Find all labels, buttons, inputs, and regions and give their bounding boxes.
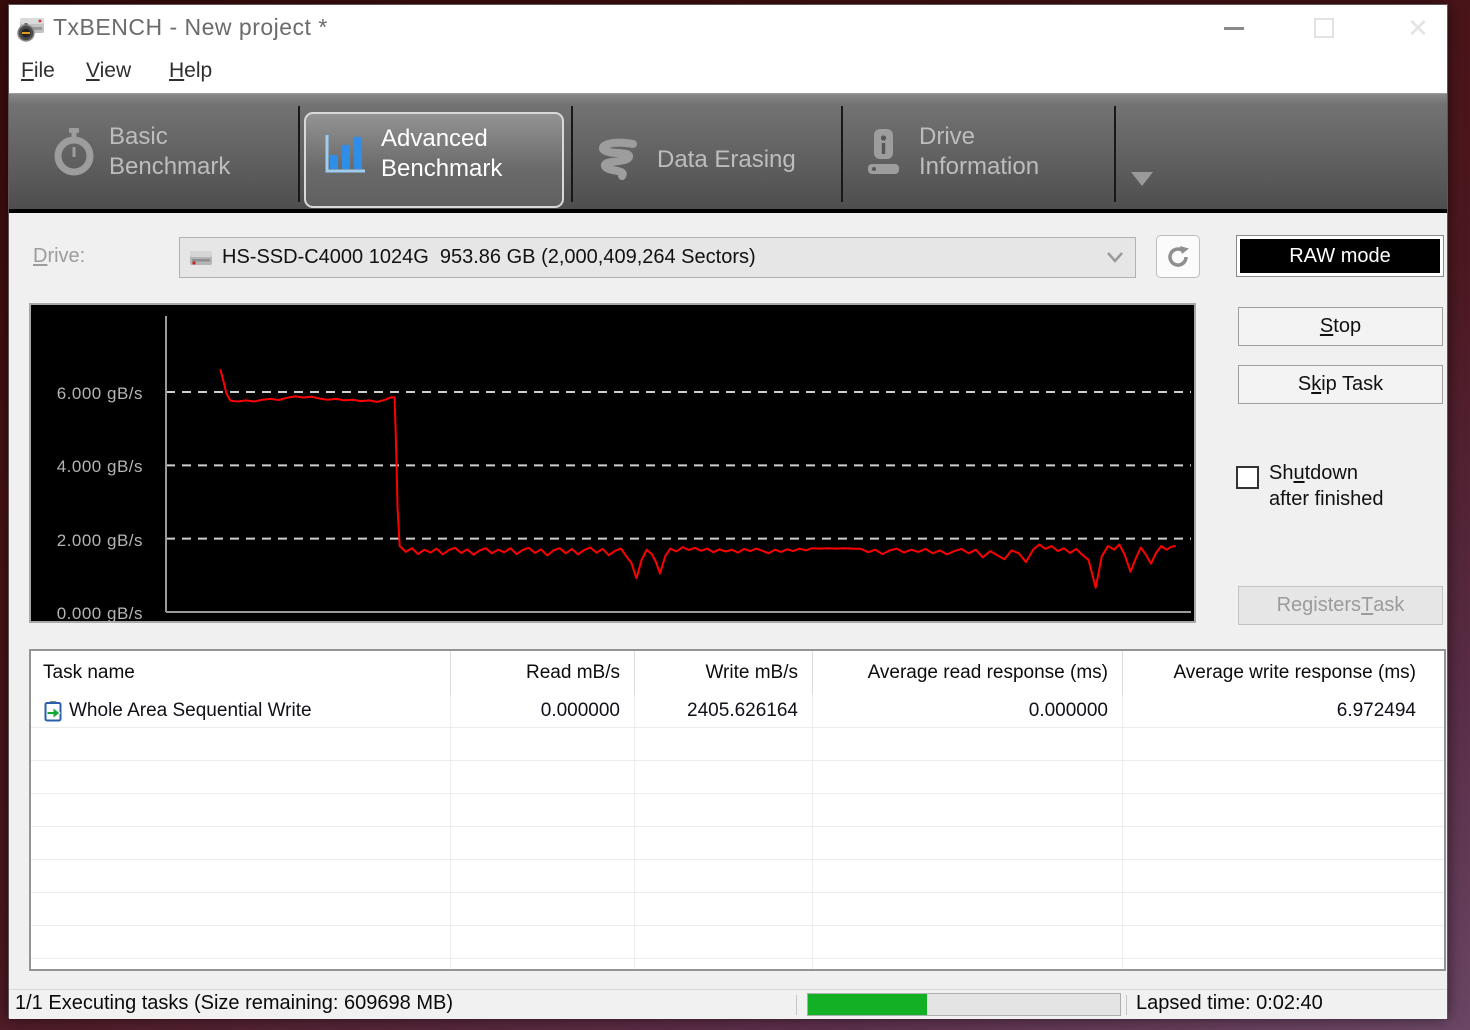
raw-mode-label: RAW mode <box>1240 239 1440 273</box>
raw-mode-button[interactable]: RAW mode <box>1236 235 1444 277</box>
column-header-avg-read-response: Average read response (ms) <box>813 651 1123 695</box>
y-axis-tick-label: 6.000 gB/s <box>31 384 143 404</box>
menu-bar: File View Help <box>9 49 1447 93</box>
toolbar: Basic Benchmark Advanced Benchmark Data … <box>9 93 1447 213</box>
toolbar-separator <box>841 106 843 202</box>
task-name: Whole Area Sequential Write <box>69 700 312 722</box>
status-lapsed-time: Lapsed time: 0:02:40 <box>1136 992 1323 1015</box>
tasks-table-body: Whole Area Sequential Write 0.000000 240… <box>31 695 1444 971</box>
status-separator <box>1126 995 1127 1015</box>
table-row-empty <box>31 860 1444 893</box>
tab-label: Benchmark <box>381 154 502 184</box>
menu-view[interactable]: View <box>80 57 137 85</box>
drive-label: Drive: <box>33 245 85 268</box>
maximize-icon <box>1314 18 1334 38</box>
column-header-task-name: Task name <box>31 651 451 695</box>
status-separator <box>796 995 797 1015</box>
minimize-icon <box>1224 27 1244 30</box>
tab-label: Drive <box>919 122 1039 152</box>
progress-fill <box>808 994 927 1015</box>
app-icon <box>16 13 46 43</box>
toolbar-separator <box>298 106 300 202</box>
y-axis-tick-label: 4.000 gB/s <box>31 457 143 477</box>
erase-squiggle-icon <box>591 135 643 185</box>
chevron-down-icon <box>1105 250 1125 264</box>
tab-label: Advanced <box>381 124 502 154</box>
task-avg-read-response-value: 0.000000 <box>813 695 1123 727</box>
stop-button[interactable]: Stop <box>1238 307 1443 346</box>
refresh-icon <box>1165 244 1191 270</box>
registers-task-button[interactable]: Registers Task <box>1238 586 1443 625</box>
table-row-task[interactable]: Whole Area Sequential Write 0.000000 240… <box>31 695 1444 728</box>
txbench-window: TxBENCH - New project * ✕ File View Help… <box>8 4 1448 1018</box>
shutdown-checkbox[interactable] <box>1236 466 1259 489</box>
toolbar-more-arrow-icon[interactable] <box>1131 172 1153 186</box>
table-row-empty <box>31 794 1444 827</box>
maximize-button[interactable] <box>1309 13 1339 43</box>
task-clipboard-icon <box>43 700 63 722</box>
tab-drive-information[interactable]: Drive Information <box>861 122 1039 182</box>
column-header-read: Read mB/s <box>451 651 635 695</box>
tab-advanced-benchmark[interactable]: Advanced Benchmark <box>321 124 502 184</box>
tab-label: Benchmark <box>109 152 230 182</box>
skip-task-button[interactable]: Skip Task <box>1238 365 1443 404</box>
close-button[interactable]: ✕ <box>1403 13 1433 43</box>
drive-info-icon <box>861 127 905 177</box>
bar-chart-icon <box>321 131 367 177</box>
table-row-empty <box>31 761 1444 794</box>
table-row-empty <box>31 827 1444 860</box>
tasks-table: Task name Read mB/s Write mB/s Average r… <box>29 649 1446 971</box>
tab-label: Basic <box>109 122 230 152</box>
toolbar-bottom-border <box>9 209 1447 213</box>
table-row-empty <box>31 959 1444 971</box>
menu-help[interactable]: Help <box>163 57 218 85</box>
column-header-avg-write-response: Average write response (ms) <box>1123 651 1444 695</box>
tab-basic-benchmark[interactable]: Basic Benchmark <box>53 122 230 182</box>
status-bar: 1/1 Executing tasks (Size remaining: 609… <box>9 989 1447 1019</box>
task-write-value: 2405.626164 <box>635 695 813 727</box>
toolbar-separator <box>571 106 573 202</box>
drive-selected-value: HS-SSD-C4000 1024G 953.86 GB (2,000,409,… <box>222 246 756 269</box>
shutdown-after-finished-option[interactable]: Shutdown after finished <box>1236 460 1384 512</box>
status-executing-text: 1/1 Executing tasks (Size remaining: 609… <box>15 992 453 1015</box>
y-axis-tick-label: 2.000 gB/s <box>31 531 143 551</box>
title-bar: TxBENCH - New project * ✕ <box>9 5 1447 49</box>
tasks-table-header: Task name Read mB/s Write mB/s Average r… <box>31 651 1444 695</box>
table-row-empty <box>31 893 1444 926</box>
task-read-value: 0.000000 <box>451 695 635 727</box>
window-title: TxBENCH - New project * <box>53 14 328 41</box>
drive-icon <box>189 249 213 267</box>
refresh-drives-button[interactable] <box>1156 235 1200 278</box>
stopwatch-icon <box>53 127 95 177</box>
table-row-empty <box>31 926 1444 959</box>
shutdown-label-line1: Shutdown <box>1269 460 1384 486</box>
task-avg-write-response-value: 6.972494 <box>1123 695 1444 727</box>
toolbar-separator <box>1114 106 1116 202</box>
shutdown-label-line2: after finished <box>1269 486 1384 512</box>
chart-plot <box>31 305 1194 621</box>
benchmark-chart: 6.000 gB/s 4.000 gB/s 2.000 gB/s 0.000 g… <box>29 303 1196 623</box>
y-axis-tick-label: 0.000 gB/s <box>31 604 143 624</box>
tab-data-erasing[interactable]: Data Erasing <box>591 122 796 198</box>
progress-bar <box>807 993 1121 1016</box>
minimize-button[interactable] <box>1219 13 1249 43</box>
close-icon: ✕ <box>1407 15 1429 41</box>
drive-select[interactable]: HS-SSD-C4000 1024G 953.86 GB (2,000,409,… <box>179 237 1136 278</box>
tab-label: Information <box>919 152 1039 182</box>
menu-file[interactable]: File <box>15 57 61 85</box>
column-header-write: Write mB/s <box>635 651 813 695</box>
table-row-empty <box>31 728 1444 761</box>
tab-label: Data Erasing <box>657 145 796 175</box>
